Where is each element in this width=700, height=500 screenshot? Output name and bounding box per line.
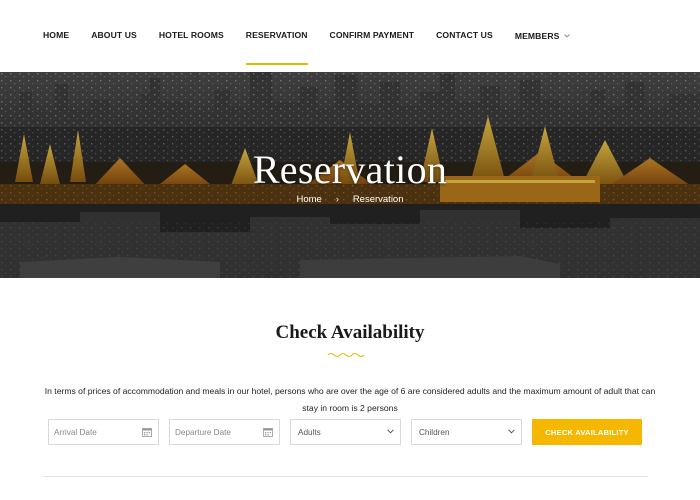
page-title: Reservation	[252, 147, 448, 192]
check-availability-heading: Check Availability	[275, 322, 425, 343]
nav-item-reservation[interactable]: RESERVATION	[245, 30, 308, 66]
chevron-down-icon	[387, 429, 394, 434]
chevron-down-icon	[508, 429, 515, 434]
section-divider	[44, 476, 648, 477]
calendar-icon[interactable]	[142, 427, 152, 437]
breadcrumb-home-link[interactable]: Home	[296, 194, 321, 205]
availability-description: In terms of prices of accommodation and …	[44, 386, 656, 413]
hero-banner: Reservation Home › Reservation	[0, 72, 700, 278]
breadcrumb-separator-icon: ›	[335, 194, 339, 204]
adults-select-value: Adults	[298, 427, 321, 437]
check-availability-button[interactable]: CHECK AVAILABILITY	[532, 419, 642, 445]
chevron-down-icon	[564, 30, 571, 40]
breadcrumb: Home › Reservation	[0, 194, 700, 205]
nav-item-members[interactable]: MEMBERS	[515, 30, 571, 66]
departure-date-field[interactable]	[169, 419, 280, 445]
nav-item-contact-us[interactable]: CONTACT US	[436, 30, 493, 66]
nav-item-members-label: MEMBERS	[514, 31, 560, 41]
nav-menu: HOME ABOUT US HOTEL ROOMS RESERVATION CO…	[43, 30, 571, 66]
nav-item-hotel-rooms[interactable]: HOTEL ROOMS	[159, 30, 224, 66]
adults-select[interactable]: Adults	[290, 419, 401, 445]
nav-item-about-us[interactable]: ABOUT US	[91, 30, 137, 66]
children-select-value: Children	[419, 427, 450, 437]
nav-item-confirm-payment[interactable]: CONFIRM PAYMENT	[330, 30, 415, 66]
breadcrumb-current: Reservation	[352, 194, 404, 205]
children-select[interactable]: Children	[411, 419, 522, 445]
wave-divider-icon	[328, 353, 364, 357]
main-navigation: HOME ABOUT US HOTEL ROOMS RESERVATION CO…	[0, 0, 700, 72]
arrival-date-field[interactable]	[48, 419, 159, 445]
calendar-icon[interactable]	[263, 427, 273, 437]
nav-item-home[interactable]: HOME	[43, 30, 69, 66]
